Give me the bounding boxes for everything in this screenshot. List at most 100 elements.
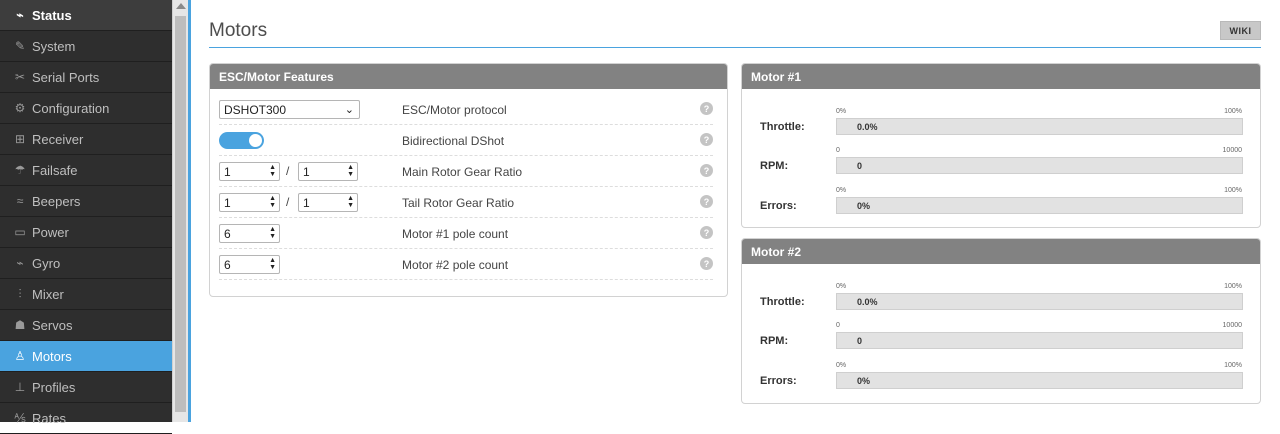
motor2-throttle-row: Throttle: 0% 100% 0.0%	[742, 276, 1260, 316]
sidebar-item-serial-ports[interactable]: ✂ Serial Ports	[0, 62, 172, 93]
motor1-poles-value: 6	[224, 226, 231, 241]
rpm-label: RPM:	[760, 335, 789, 347]
help-icon[interactable]: ?	[700, 102, 713, 115]
stepper-icon[interactable]: ▲ ▼	[347, 164, 354, 178]
meter-min: 0	[836, 147, 840, 154]
sliders-icon: ⫶	[18, 286, 22, 301]
sidebar-item-label: Configuration	[32, 100, 110, 116]
pulse-icon: ⌁	[16, 8, 24, 22]
meter-min: 0	[836, 322, 840, 329]
motor2-poles-value: 6	[224, 257, 231, 272]
stepper-icon[interactable]: ▲ ▼	[269, 164, 276, 178]
sidebar-item-label: Power	[32, 224, 69, 240]
meter-value: 0.0%	[857, 122, 878, 132]
meter-max: 10000	[1222, 147, 1242, 154]
main-gear-b-input[interactable]: 1 ▲ ▼	[298, 162, 358, 181]
rpm-label: RPM:	[760, 160, 789, 172]
panel-header: Motor #2	[742, 239, 1260, 264]
panel-header: Motor #1	[742, 64, 1260, 89]
sidebar-item-label: Mixer	[32, 286, 64, 302]
bidir-dshot-label: Bidirectional DShot	[402, 134, 505, 148]
meter-max: 100%	[1224, 187, 1242, 194]
meter-min: 0%	[836, 362, 847, 369]
battery-icon: ▭	[14, 225, 26, 239]
errors-meter: 0%	[836, 197, 1243, 214]
ratio-separator: /	[286, 195, 290, 209]
sidebar-scrollbar[interactable]	[172, 0, 188, 422]
help-icon[interactable]: ?	[700, 195, 713, 208]
wiki-button[interactable]: WIKI	[1220, 21, 1261, 40]
gyro-icon: ⌁	[16, 256, 24, 270]
sidebar-item-configuration[interactable]: ⚙ Configuration	[0, 93, 172, 124]
throttle-label: Throttle:	[760, 121, 805, 133]
motor1-rpm-row: RPM: 0 10000 0	[742, 140, 1260, 180]
tail-rotor-gear-row: 1 ▲ ▼ / 1 ▲ ▼ Tail Rotor Gear Ratio ?	[219, 187, 713, 218]
main-content: Motors WIKI ESC/Motor Features DSHOT300 …	[191, 0, 1280, 422]
title-divider	[209, 47, 1261, 48]
tail-gear-b-input[interactable]: 1 ▲ ▼	[298, 193, 358, 212]
stepper-icon[interactable]: ▲ ▼	[269, 226, 276, 240]
protocol-select[interactable]: DSHOT300 ⌄	[219, 100, 360, 119]
main-gear-a-input[interactable]: 1 ▲ ▼	[219, 162, 280, 181]
bidir-dshot-toggle[interactable]	[219, 132, 264, 149]
toggle-knob	[249, 134, 262, 147]
errors-label: Errors:	[760, 200, 797, 212]
sidebar-item-mixer[interactable]: ⫶ Mixer	[0, 279, 172, 310]
motor1-poles-input[interactable]: 6 ▲ ▼	[219, 224, 280, 243]
sidebar-item-label: Motors	[32, 348, 72, 364]
sidebar-item-failsafe[interactable]: ☂ Failsafe	[0, 155, 172, 186]
meter-value: 0%	[857, 201, 871, 211]
sidebar-item-servos[interactable]: ☗ Servos	[0, 310, 172, 341]
meter-min: 0%	[836, 283, 847, 290]
sidebar-item-receiver[interactable]: ⊞ Receiver	[0, 124, 172, 155]
sidebar-item-label: Failsafe	[32, 162, 78, 178]
sidebar-item-label: Gyro	[32, 255, 61, 271]
rpm-meter: 0	[836, 157, 1243, 174]
main-gear-a-value: 1	[224, 164, 231, 179]
motor-icon: ♙	[14, 349, 26, 363]
sidebar-item-label: Rates	[32, 410, 66, 426]
motor2-poles-input[interactable]: 6 ▲ ▼	[219, 255, 280, 274]
receiver-icon: ⊞	[14, 132, 26, 146]
meter-max: 10000	[1222, 322, 1242, 329]
gear-icon: ⚙	[14, 101, 26, 115]
plug-icon: ✂	[14, 70, 26, 84]
stepper-icon[interactable]: ▲ ▼	[269, 257, 276, 271]
motor2-panel: Motor #2 Throttle: 0% 100% 0.0% RPM: 0 1…	[741, 238, 1261, 404]
sidebar-item-label: System	[32, 38, 76, 54]
meter-min: 0%	[836, 108, 847, 115]
motor1-errors-row: Errors: 0% 100% 0%	[742, 180, 1260, 220]
throttle-label: Throttle:	[760, 296, 805, 308]
tail-gear-a-input[interactable]: 1 ▲ ▼	[219, 193, 280, 212]
stepper-icon[interactable]: ▲ ▼	[347, 195, 354, 209]
sidebar-item-motors[interactable]: ♙ Motors	[0, 341, 172, 372]
scrollbar-thumb[interactable]	[175, 16, 186, 412]
errors-meter: 0%	[836, 372, 1243, 389]
motor2-poles-row: 6 ▲ ▼ Motor #2 pole count ?	[219, 249, 713, 280]
protocol-value: DSHOT300	[224, 102, 287, 117]
meter-max: 100%	[1224, 108, 1242, 115]
help-icon[interactable]: ?	[700, 226, 713, 239]
help-icon[interactable]: ?	[700, 164, 713, 177]
scroll-up-icon[interactable]	[176, 3, 186, 9]
tail-gear-b-value: 1	[303, 195, 310, 210]
help-icon[interactable]: ?	[700, 257, 713, 270]
sidebar-item-gyro[interactable]: ⌁ Gyro	[0, 248, 172, 279]
beeper-icon: ≈	[16, 194, 24, 208]
help-icon[interactable]: ?	[700, 133, 713, 146]
sidebar-item-power[interactable]: ▭ Power	[0, 217, 172, 248]
sidebar-item-rates[interactable]: ⅍ Rates	[0, 403, 172, 434]
stepper-icon[interactable]: ▲ ▼	[269, 195, 276, 209]
sidebar-item-status[interactable]: ⌁ Status	[0, 0, 172, 31]
tail-gear-label: Tail Rotor Gear Ratio	[402, 196, 515, 210]
motor2-errors-row: Errors: 0% 100% 0%	[742, 355, 1260, 395]
sidebar-item-beepers[interactable]: ≈ Beepers	[0, 186, 172, 217]
motor2-rpm-row: RPM: 0 10000 0	[742, 315, 1260, 355]
sidebar-item-label: Servos	[32, 317, 73, 333]
sidebar-item-system[interactable]: ✎ System	[0, 31, 172, 62]
chevron-down-icon: ⌄	[344, 104, 354, 116]
protocol-label: ESC/Motor protocol	[402, 103, 507, 117]
rpm-meter: 0	[836, 332, 1243, 349]
meter-value: 0	[857, 161, 863, 171]
sidebar-item-profiles[interactable]: ⊥ Profiles	[0, 372, 172, 403]
